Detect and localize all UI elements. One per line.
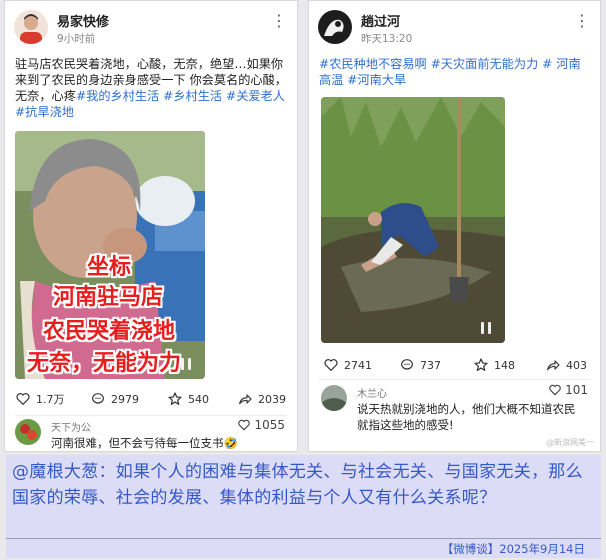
left-share-count: 2039 bbox=[258, 392, 286, 406]
more-options-icon[interactable]: ⋮ bbox=[271, 13, 287, 29]
right-comment-like[interactable]: 101 bbox=[548, 383, 588, 397]
right-comment-text: 说天热就别浇地的人，他们大概不知道农民就指这些地的感受! bbox=[357, 402, 576, 432]
star-icon bbox=[168, 392, 182, 405]
comment-icon bbox=[92, 393, 104, 404]
video-caption-line-1: 坐标 bbox=[87, 255, 132, 280]
pause-icon[interactable] bbox=[181, 355, 195, 370]
left-share-button[interactable]: 2039 bbox=[237, 391, 286, 407]
right-favorite-count: 148 bbox=[494, 358, 515, 372]
left-comment-like[interactable]: 1055 bbox=[237, 418, 285, 432]
left-post-card: 易家快修 9小时前 ⋮ 驻马店农民哭着浇地，心酸，无奈，绝望…如果你来到了农民的… bbox=[4, 0, 298, 452]
share-icon bbox=[547, 360, 560, 371]
left-commenter-name[interactable]: 天下为公 bbox=[51, 419, 91, 434]
pause-icon[interactable] bbox=[481, 319, 495, 334]
right-commenter-name[interactable]: 木兰心 bbox=[357, 385, 387, 400]
right-author-avatar[interactable] bbox=[318, 10, 352, 44]
right-share-button[interactable]: 403 bbox=[545, 357, 587, 373]
right-author-name[interactable]: 趟过河 bbox=[361, 11, 400, 30]
right-comment-button[interactable]: 737 bbox=[399, 357, 441, 373]
left-repost-count: 1.7万 bbox=[36, 393, 65, 406]
left-divider bbox=[15, 415, 287, 416]
footer-bar: 【微博谈】2025年9月14日 bbox=[6, 538, 601, 558]
left-post-header: 易家快修 9小时前 ⋮ bbox=[5, 1, 297, 49]
right-divider bbox=[319, 379, 590, 380]
heart-icon bbox=[324, 359, 338, 372]
watermark: @新浪网美一 bbox=[546, 438, 594, 447]
left-post-time: 9小时前 bbox=[57, 33, 96, 45]
right-like-count: 2741 bbox=[344, 358, 372, 372]
right-post-time: 昨天13:20 bbox=[361, 33, 413, 45]
right-post-video[interactable] bbox=[321, 97, 505, 343]
right-post-card: 趟过河 昨天13:20 ⋮ #农民种地不容易啊 #天灾面前无能为力 # 河南高温… bbox=[308, 0, 601, 452]
more-options-icon[interactable]: ⋮ bbox=[574, 13, 590, 29]
right-comment-count: 737 bbox=[420, 358, 441, 372]
right-post-header: 趟过河 昨天13:20 ⋮ bbox=[309, 1, 600, 49]
right-share-count: 403 bbox=[566, 358, 587, 372]
left-like-count: 540 bbox=[188, 392, 209, 406]
heart-icon bbox=[549, 384, 561, 396]
left-post-actions: 1.7万 2979 540 2039 bbox=[5, 391, 297, 411]
right-favorite-button[interactable]: 148 bbox=[473, 357, 515, 373]
left-author-name[interactable]: 易家快修 bbox=[57, 11, 109, 30]
left-comment-like-count: 1055 bbox=[254, 418, 285, 432]
right-comment-like-count: 101 bbox=[565, 383, 588, 397]
video-caption-line-4: 无奈，无能为力 bbox=[27, 351, 182, 376]
right-commenter-avatar[interactable] bbox=[321, 385, 347, 411]
left-comment-count: 2979 bbox=[111, 392, 139, 406]
share-icon bbox=[239, 394, 252, 405]
left-author-avatar[interactable] bbox=[14, 10, 48, 44]
left-post-body: 驻马店农民哭着浇地，心酸，无奈，绝望…如果你来到了农民的身边亲身感受一下 你会莫… bbox=[15, 56, 287, 120]
comment-icon bbox=[401, 359, 413, 370]
quote-text: @魔根大葱：如果个人的困难与集体无关、与社会无关、与国家无关，那么国家的荣辱、社… bbox=[12, 462, 583, 508]
heart-icon bbox=[16, 393, 30, 406]
star-icon bbox=[474, 358, 488, 371]
right-post-actions: 2741 737 148 403 bbox=[309, 357, 600, 377]
left-like-button[interactable]: 540 bbox=[167, 391, 209, 407]
video-caption-line-2: 河南驻马店 bbox=[53, 285, 164, 310]
left-post-video[interactable]: 坐标 河南驻马店 农民哭着浇地 无奈，无能为力 bbox=[15, 131, 205, 379]
quote-banner: @魔根大葱：如果个人的困难与集体无关、与社会无关、与国家无关，那么国家的荣辱、社… bbox=[6, 455, 601, 538]
video-caption-line-3: 农民哭着浇地 bbox=[43, 319, 176, 344]
left-repost-button[interactable]: 1.7万 bbox=[15, 391, 65, 407]
right-post-tags[interactable]: #农民种地不容易啊 #天灾面前无能为力 # 河南高温 #河南大旱 bbox=[319, 56, 590, 88]
right-like-button[interactable]: 2741 bbox=[323, 357, 372, 373]
footer-source: 【微博谈】2025年9月14日 bbox=[441, 542, 585, 556]
left-comment-text: 河南很难，但不会亏待每一位支书🤣 bbox=[51, 436, 238, 450]
heart-icon bbox=[238, 419, 251, 431]
left-comment-button[interactable]: 2979 bbox=[90, 391, 139, 407]
left-commenter-avatar[interactable] bbox=[15, 419, 41, 445]
